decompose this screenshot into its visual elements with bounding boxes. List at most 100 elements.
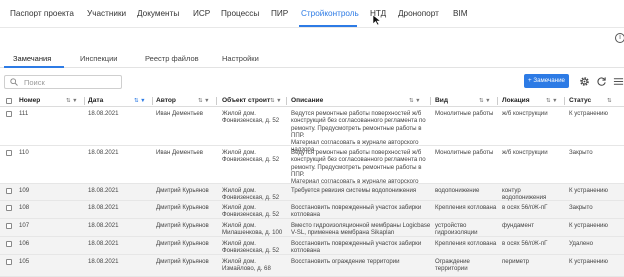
cell-number: 106 (19, 240, 30, 247)
sub-tabs: Замечания Инспекции Реестр файлов Настро… (0, 50, 624, 68)
column-divider[interactable] (430, 97, 431, 105)
add-remark-button[interactable]: + Замечание (524, 74, 569, 88)
nav-item-isr[interactable]: ИСР (193, 9, 210, 18)
column-header-description[interactable]: Описание (291, 97, 323, 104)
cell-status: К устранению (569, 222, 608, 229)
sort-filter-icon[interactable]: ⇅ ▼ (546, 98, 558, 104)
cell-object-line: Жилой дом. (222, 222, 256, 229)
nav-item-participants[interactable]: Участники (87, 9, 126, 18)
cell-location: периметр (502, 258, 566, 265)
column-header-status[interactable]: Статус (569, 97, 591, 104)
column-header-date[interactable]: Дата (88, 97, 103, 104)
active-tab-underline (299, 25, 357, 27)
gear-icon[interactable] (579, 76, 590, 87)
cell-number: 111 (19, 110, 29, 117)
column-divider[interactable] (152, 97, 153, 105)
column-header-kind[interactable]: Вид (435, 97, 448, 104)
cell-description-line: Требуется ревизия системы водопонижения (291, 187, 417, 194)
column-divider[interactable] (84, 97, 85, 105)
columns-icon[interactable] (613, 76, 624, 87)
cell-description-line: Восстановить поврежденный участок забирк… (291, 240, 422, 247)
table-row[interactable]: 111 18.08.2021 Иван Дементьев Жилой дом. Фон… (0, 107, 624, 153)
cell-object-line: Измайлово, д. 68 (222, 265, 271, 273)
column-divider[interactable] (497, 97, 498, 105)
row-checkbox[interactable] (6, 111, 12, 117)
sort-filter-icon[interactable]: ⇅ (607, 98, 612, 104)
row-checkbox[interactable] (6, 188, 12, 194)
table-row[interactable]: 110 18.08.2021 Иван Дементьев Жилой дом. Фон… (0, 146, 624, 192)
cell-object-line: Милашенкова, д. 100 (222, 229, 283, 237)
cell-object-line: Жилой дом. (222, 149, 256, 156)
cell-description-line: Восстановить ограждение территории (291, 258, 400, 265)
column-header-location[interactable]: Локация (502, 97, 530, 104)
cell-description: Вместо гидроизоляционной мембраны Logicb… (291, 222, 431, 237)
cell-kind: Крепления котлована (435, 240, 499, 247)
cell-location-line: ж/б конструкции (502, 149, 548, 156)
nav-item-documents[interactable]: Документы (137, 9, 179, 18)
sort-filter-icon[interactable]: ⇅ ▼ (134, 98, 146, 104)
cell-kind: Монолитные работы (435, 149, 499, 156)
tab-remarks[interactable]: Замечания (13, 54, 51, 63)
row-checkbox[interactable] (6, 241, 12, 247)
row-checkbox[interactable] (6, 223, 12, 229)
sort-filter-icon[interactable]: ⇅ ▼ (198, 98, 210, 104)
cell-location: ж/б конструкции (502, 110, 566, 117)
row-checkbox[interactable] (6, 150, 12, 156)
column-divider[interactable] (564, 97, 565, 105)
search-icon (10, 78, 18, 86)
column-divider[interactable] (216, 97, 217, 105)
nav-item-construction-control[interactable]: Стройконтроль (301, 9, 359, 18)
cell-date: 18.08.2021 (88, 110, 119, 117)
cell-date: 18.08.2021 (88, 222, 119, 229)
tab-settings[interactable]: Настройки (222, 54, 259, 63)
refresh-icon[interactable] (596, 76, 607, 87)
cell-object-line: Жилой дом. (222, 204, 256, 211)
cell-object-line: Фонвизенская, д. 52 (222, 247, 280, 255)
sort-filter-icon[interactable]: ⇅ ▼ (409, 98, 421, 104)
top-navigation: Паспорт проекта Участники Документы ИСР … (0, 0, 624, 28)
cell-description: Восстановить ограждение территории (291, 258, 431, 265)
cell-author: Дмитрий Курьянов (156, 240, 209, 247)
cell-author: Дмитрий Курьянов (156, 187, 209, 194)
cell-object: Жилой дом. Фонвизенская, д. 52 (222, 240, 288, 255)
cell-kind-line: устройство (435, 222, 467, 229)
cell-description: Восстановить поврежденный участок забирк… (291, 240, 431, 255)
cell-object-line: Жилой дом. (222, 187, 256, 194)
cell-description-line: ремонту. Предусмотреть ремонтные работы … (291, 163, 422, 178)
nav-item-processes[interactable]: Процессы (221, 9, 259, 18)
nav-item-bim[interactable]: BIM (453, 9, 468, 18)
tab-inspections[interactable]: Инспекции (80, 54, 117, 63)
table-row[interactable]: 108 18.08.2021 Дмитрий Курьянов Жилой дом. Ф… (0, 201, 624, 219)
info-icon[interactable]: i (615, 33, 624, 43)
cell-status: Удалено (569, 240, 594, 247)
nav-item-droneport[interactable]: Дронопорт (398, 9, 439, 18)
cell-description-line: ремонту. Предусмотреть ремонтные работы … (291, 124, 422, 139)
sort-filter-icon[interactable]: ⇅ ▼ (66, 98, 78, 104)
column-header-author[interactable]: Автор (156, 97, 176, 104)
sort-filter-icon[interactable]: ⇅ ▼ (270, 98, 282, 104)
column-header-number[interactable]: Номер (19, 97, 40, 104)
search-input[interactable]: Поиск (4, 75, 122, 89)
nav-item-pir[interactable]: ПИР (271, 9, 288, 18)
tab-file-registry[interactable]: Реестр файлов (145, 54, 199, 63)
column-header-object[interactable]: Объект строит (222, 97, 270, 104)
cell-object: Жилой дом. Фонвизенская, д. 52 (222, 204, 288, 219)
cell-description: Восстановить поврежденный участок забирк… (291, 204, 431, 219)
cell-description-line: Восстановить поврежденный участок забирк… (291, 204, 422, 211)
row-checkbox[interactable] (6, 259, 12, 265)
table-row[interactable]: 106 18.08.2021 Дмитрий Курьянов Жилой дом. Ф… (0, 237, 624, 255)
nav-item-passport[interactable]: Паспорт проекта (10, 9, 74, 18)
sort-filter-icon[interactable]: ⇅ ▼ (479, 98, 491, 104)
cell-date: 18.08.2021 (88, 149, 119, 156)
cell-description-line: конструкций без согласованного регламент… (291, 117, 426, 125)
cell-location-line: контур (502, 187, 521, 194)
column-divider[interactable] (286, 97, 287, 105)
cell-kind-line: Монолитные работы (435, 149, 494, 156)
cell-status: К устранению (569, 258, 608, 265)
cell-location-line: фундамент (502, 222, 535, 229)
table-row[interactable]: 109 18.08.2021 Дмитрий Курьянов Жилой дом. Ф… (0, 184, 624, 201)
table-row[interactable]: 107 18.08.2021 Дмитрий Курьянов Жилой дом. М… (0, 219, 624, 237)
table-row[interactable]: 105 18.08.2021 Дмитрий Курьянов Жилой дом. И… (0, 255, 624, 277)
cell-object: Жилой дом. Фонвизенская, д. 52 (222, 187, 288, 202)
row-checkbox[interactable] (6, 205, 12, 211)
